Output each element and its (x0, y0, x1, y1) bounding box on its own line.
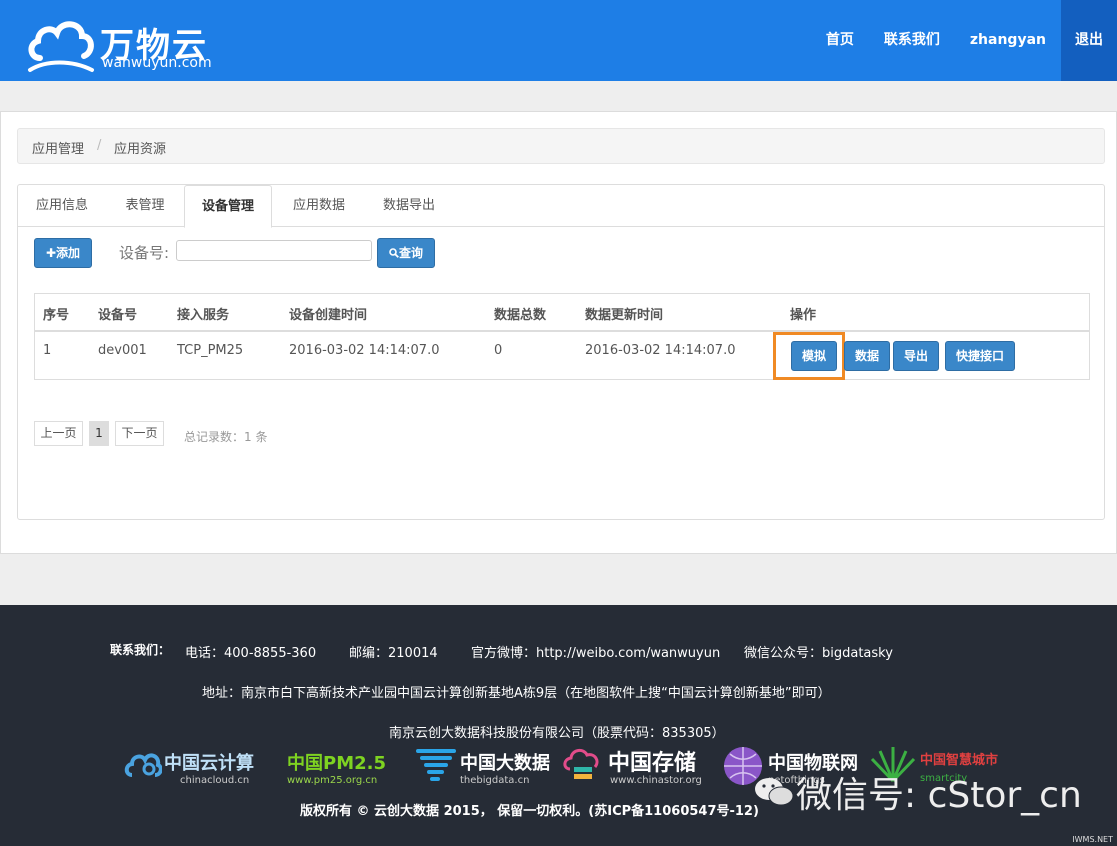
page-1-button[interactable]: 1 (89, 421, 109, 446)
partner-name: 中国大数据 (460, 753, 550, 774)
partner-url: www.pm25.org.cn (287, 775, 378, 786)
cell-access-service: TCP_PM25 (177, 343, 244, 358)
total-records: 总记录数：1 条 (184, 430, 268, 444)
breadcrumb-item-app-resources: 应用资源 (114, 142, 167, 157)
storage-cloud-icon (563, 749, 599, 779)
cell-updated-time: 2016-03-02 14:14:07.0 (585, 343, 736, 358)
tornado-icon (416, 749, 456, 781)
partner-logo-chinastor[interactable]: 中国存储 www.chinastor.org (562, 745, 712, 791)
column-header-updated-time: 数据更新时间 (585, 308, 664, 323)
next-page-button[interactable]: 下一页 (115, 421, 164, 446)
logo[interactable]: 万物云 wanwuyun.com (26, 14, 226, 74)
column-header-device-number: 设备号 (98, 308, 138, 323)
tab-table-management[interactable]: 表管理 (108, 185, 182, 227)
device-number-input[interactable] (176, 240, 372, 261)
data-button[interactable]: 数据 (844, 341, 890, 371)
tab-device-management[interactable]: 设备管理 (184, 185, 272, 228)
column-header-created-time: 设备创建时间 (289, 308, 368, 323)
search-icon (389, 248, 399, 258)
breadcrumb: 应用管理 / 应用资源 (17, 128, 1105, 164)
partner-logo-thebigdata[interactable]: 中国大数据 thebigdata.cn (416, 745, 552, 791)
footer: 联系我们： 电话：400-8855-360 邮编：210014 官方微博：htt… (0, 605, 1117, 846)
footer-company: 南京云创大数据科技股份有限公司（股票代码：835305） (389, 726, 725, 741)
footer-postcode: 邮编：210014 (349, 646, 438, 661)
cloud-logo-icon (28, 21, 94, 72)
nav-username[interactable]: zhangyan (955, 0, 1061, 81)
breadcrumb-separator: / (97, 138, 102, 153)
footer-weibo[interactable]: 官方微博：http://weibo.com/wanwuyun (471, 642, 720, 661)
partner-name: 中国云计算 (164, 753, 254, 774)
footer-address: 地址：南京市白下高新技术产业园中国云计算创新基地A栋9层（在地图软件上搜“中国云… (202, 686, 831, 701)
simulate-button[interactable]: 模拟 (791, 341, 837, 371)
top-navbar: 万物云 wanwuyun.com 首页 联系我们 zhangyan 退出 (0, 0, 1117, 81)
cloud-icon (124, 753, 162, 777)
add-button[interactable]: ✚添加 (34, 238, 92, 268)
column-header-access-service: 接入服务 (177, 308, 230, 323)
footer-wechat-account: 微信公众号：bigdatasky (744, 646, 893, 661)
device-number-label: 设备号: (119, 244, 170, 262)
top-nav: 首页 联系我们 zhangyan 退出 (811, 0, 1117, 81)
nav-home[interactable]: 首页 (811, 0, 869, 81)
content-card: 应用信息 表管理 设备管理 应用数据 数据导出 ✚添加 设备号: 查询 序号 设… (17, 184, 1105, 520)
partner-name: 中国PM2.5 (287, 753, 386, 774)
tab-app-data[interactable]: 应用数据 (276, 185, 362, 227)
query-button[interactable]: 查询 (377, 238, 435, 268)
partner-logo-chinacloud[interactable]: 中国云计算 chinacloud.cn (124, 745, 274, 791)
partner-logo-pm25[interactable]: 中国PM2.5 www.pm25.org.cn (287, 745, 407, 791)
query-button-label: 查询 (398, 246, 423, 260)
footer-phone: 电话：400-8855-360 (185, 646, 317, 661)
cell-index: 1 (43, 343, 52, 358)
column-header-data-count: 数据总数 (494, 308, 547, 323)
column-header-actions: 操作 (790, 308, 817, 323)
wechat-watermark: 微信号: cStor_cn (796, 775, 1082, 816)
nav-contact[interactable]: 联系我们 (869, 0, 955, 81)
nav-logout[interactable]: 退出 (1061, 0, 1117, 81)
tab-data-export[interactable]: 数据导出 (366, 185, 452, 227)
tab-bar: 应用信息 表管理 设备管理 应用数据 数据导出 (18, 185, 1104, 228)
cell-created-time: 2016-03-02 14:14:07.0 (289, 343, 440, 358)
partner-name: 中国存储 (608, 751, 697, 776)
cell-device-number: dev001 (98, 343, 147, 358)
breadcrumb-item-app-management[interactable]: 应用管理 (32, 138, 84, 157)
partner-url: www.chinastor.org (610, 775, 702, 786)
partner-url: chinacloud.cn (180, 775, 250, 786)
main-panel: 应用管理 / 应用资源 应用信息 表管理 设备管理 应用数据 数据导出 ✚添加 … (0, 111, 1117, 554)
footer-copyright: 版权所有 © 云创大数据 2015， 保留一切权利。(苏ICP备11060547… (300, 804, 759, 819)
tab-app-info[interactable]: 应用信息 (18, 185, 106, 227)
quick-interface-button[interactable]: 快捷接口 (945, 341, 1015, 371)
table-header: 序号 设备号 接入服务 设备创建时间 数据总数 数据更新时间 操作 (35, 294, 1089, 332)
prev-page-button[interactable]: 上一页 (34, 421, 83, 446)
partner-url: thebigdata.cn (460, 775, 530, 786)
device-table: 序号 设备号 接入服务 设备创建时间 数据总数 数据更新时间 操作 1 dev0… (34, 293, 1090, 380)
column-header-index: 序号 (43, 308, 70, 323)
wechat-icon (755, 778, 794, 806)
cell-data-count: 0 (494, 343, 503, 358)
logo-subtitle: wanwuyun.com (102, 55, 212, 71)
footer-contact-label: 联系我们： (110, 643, 171, 657)
site-watermark: IWMS.NET (1072, 835, 1113, 844)
export-button[interactable]: 导出 (893, 341, 939, 371)
